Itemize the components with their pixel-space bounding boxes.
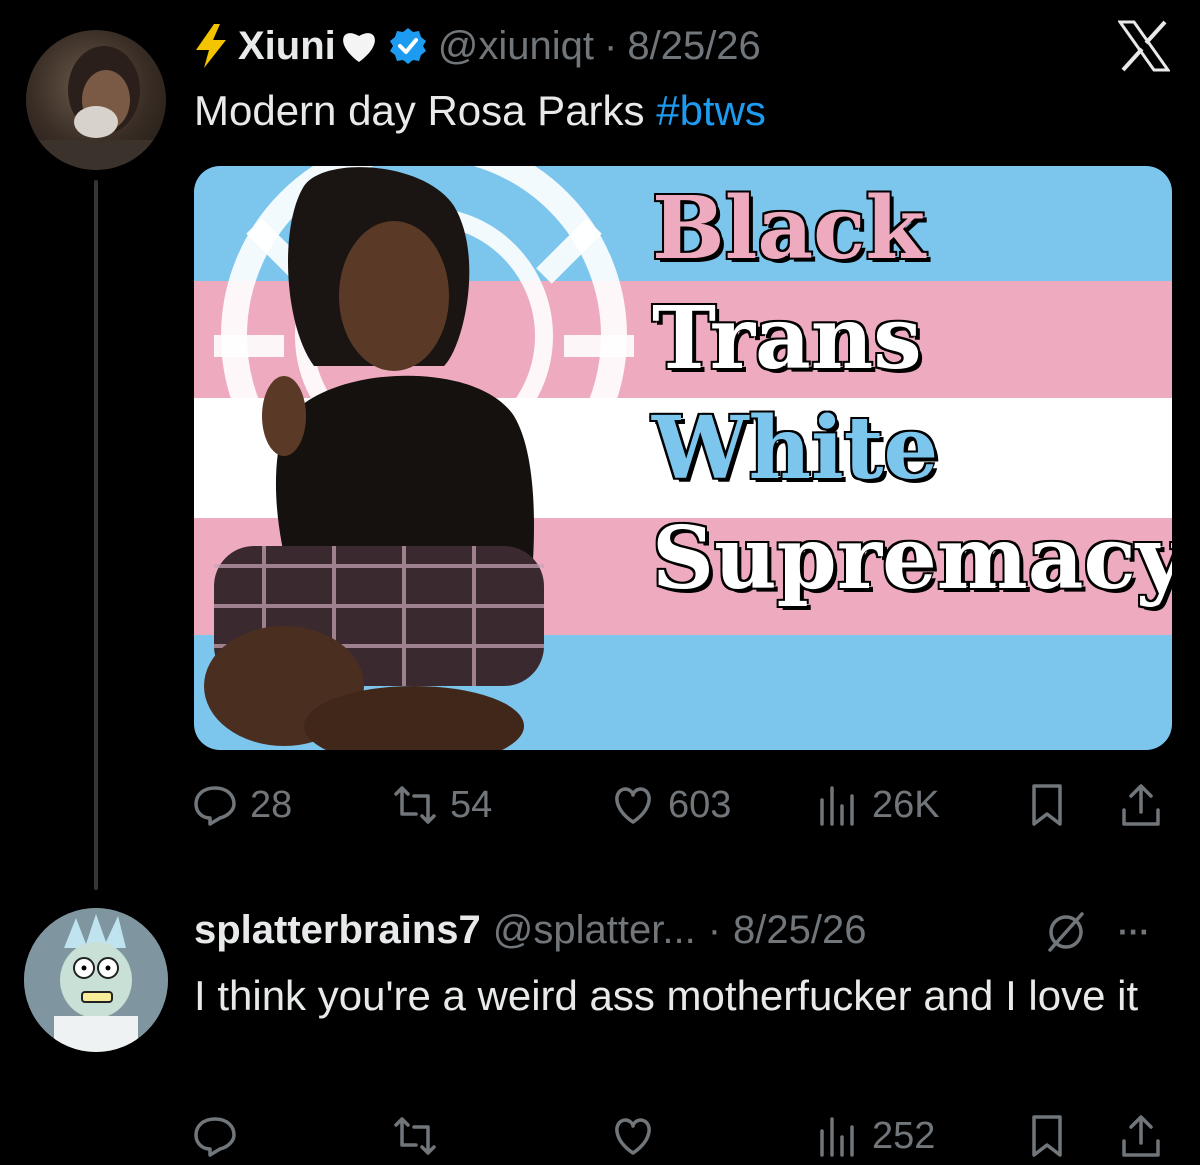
heart-icon (615, 787, 651, 824)
more-options-button[interactable]: ··· (1118, 910, 1150, 954)
like-button[interactable]: 603 (608, 780, 731, 830)
tweet-text: Modern day Rosa Parks #btws (194, 84, 766, 138)
header-separator: · (604, 23, 618, 68)
reply-text: I think you're a weird ass motherfucker … (194, 972, 1139, 1019)
tweet-header: Xiuni @xiuniqt · 8/25/26 (194, 18, 761, 74)
avatar-photo (26, 46, 166, 170)
lightning-bolt-icon (194, 24, 228, 68)
tweet-action-bar: 28 54 603 26K (190, 775, 1180, 835)
reply-count: 28 (250, 783, 293, 826)
reply-header: splatterbrains7 @splatter... · 8/25/26 (194, 902, 867, 958)
hashtag-link[interactable]: #btws (656, 87, 766, 134)
x-logo-icon (1117, 20, 1171, 72)
reply-author-name[interactable]: splatterbrains7 (194, 908, 481, 953)
share-button[interactable] (1116, 780, 1166, 830)
reply-action-bar: 252 (190, 1106, 1180, 1165)
media-text-block: Black Trans White Supremacy (652, 174, 1172, 614)
reply-views-count: 252 (872, 1114, 936, 1157)
views-count: 26K (872, 783, 940, 826)
tweet-body: Modern day Rosa Parks (194, 87, 657, 134)
bookmark-icon (1032, 1115, 1062, 1157)
reply-views-button[interactable]: 252 (812, 1111, 935, 1161)
reply-button[interactable]: 28 (190, 780, 292, 830)
reply-reply-button[interactable] (190, 1111, 240, 1161)
reply-bookmark-button[interactable] (1022, 1111, 1072, 1161)
thread-connector-line (94, 180, 98, 890)
verified-badge-icon (388, 26, 428, 66)
reply-share-button[interactable] (1116, 1111, 1166, 1161)
bookmark-icon (1032, 784, 1062, 826)
grok-icon[interactable] (1044, 910, 1088, 954)
views-chart-icon (820, 1117, 854, 1157)
reply-author-avatar[interactable] (24, 908, 168, 1052)
retweet-button[interactable]: 54 (390, 780, 492, 830)
reply-icon (194, 1117, 236, 1157)
author-handle[interactable]: @xiuniqt (438, 24, 594, 69)
person-photo (204, 167, 544, 750)
share-icon (1122, 784, 1160, 826)
author-name[interactable]: Xiuni (238, 24, 336, 69)
retweet-count: 54 (450, 783, 493, 826)
views-button[interactable]: 26K (812, 780, 940, 830)
reply-header-separator: · (707, 907, 722, 952)
media-line-white: White (652, 398, 939, 499)
bookmark-button[interactable] (1022, 780, 1072, 830)
tweet-media-image[interactable]: Black Trans White Supremacy (194, 166, 1172, 750)
author-avatar[interactable] (26, 30, 166, 170)
views-chart-icon (820, 786, 854, 826)
reply-author-handle[interactable]: @splatter... (493, 908, 696, 953)
reply-retweet-button[interactable] (390, 1111, 440, 1161)
retweet-icon (394, 786, 436, 824)
tweet-date[interactable]: 8/25/26 (627, 24, 760, 69)
white-heart-icon (340, 28, 378, 64)
reply-like-button[interactable] (608, 1111, 658, 1161)
retweet-icon (394, 1117, 436, 1155)
reply-icon (194, 786, 236, 826)
cartoon-avatar (24, 908, 168, 1052)
media-line-trans: Trans (652, 288, 922, 389)
heart-icon (615, 1118, 651, 1155)
media-line-supremacy: Supremacy (652, 508, 1172, 609)
media-line-black: Black (652, 178, 926, 279)
share-icon (1122, 1115, 1160, 1157)
reply-date[interactable]: 8/25/26 (733, 908, 866, 953)
like-count: 603 (668, 783, 732, 826)
